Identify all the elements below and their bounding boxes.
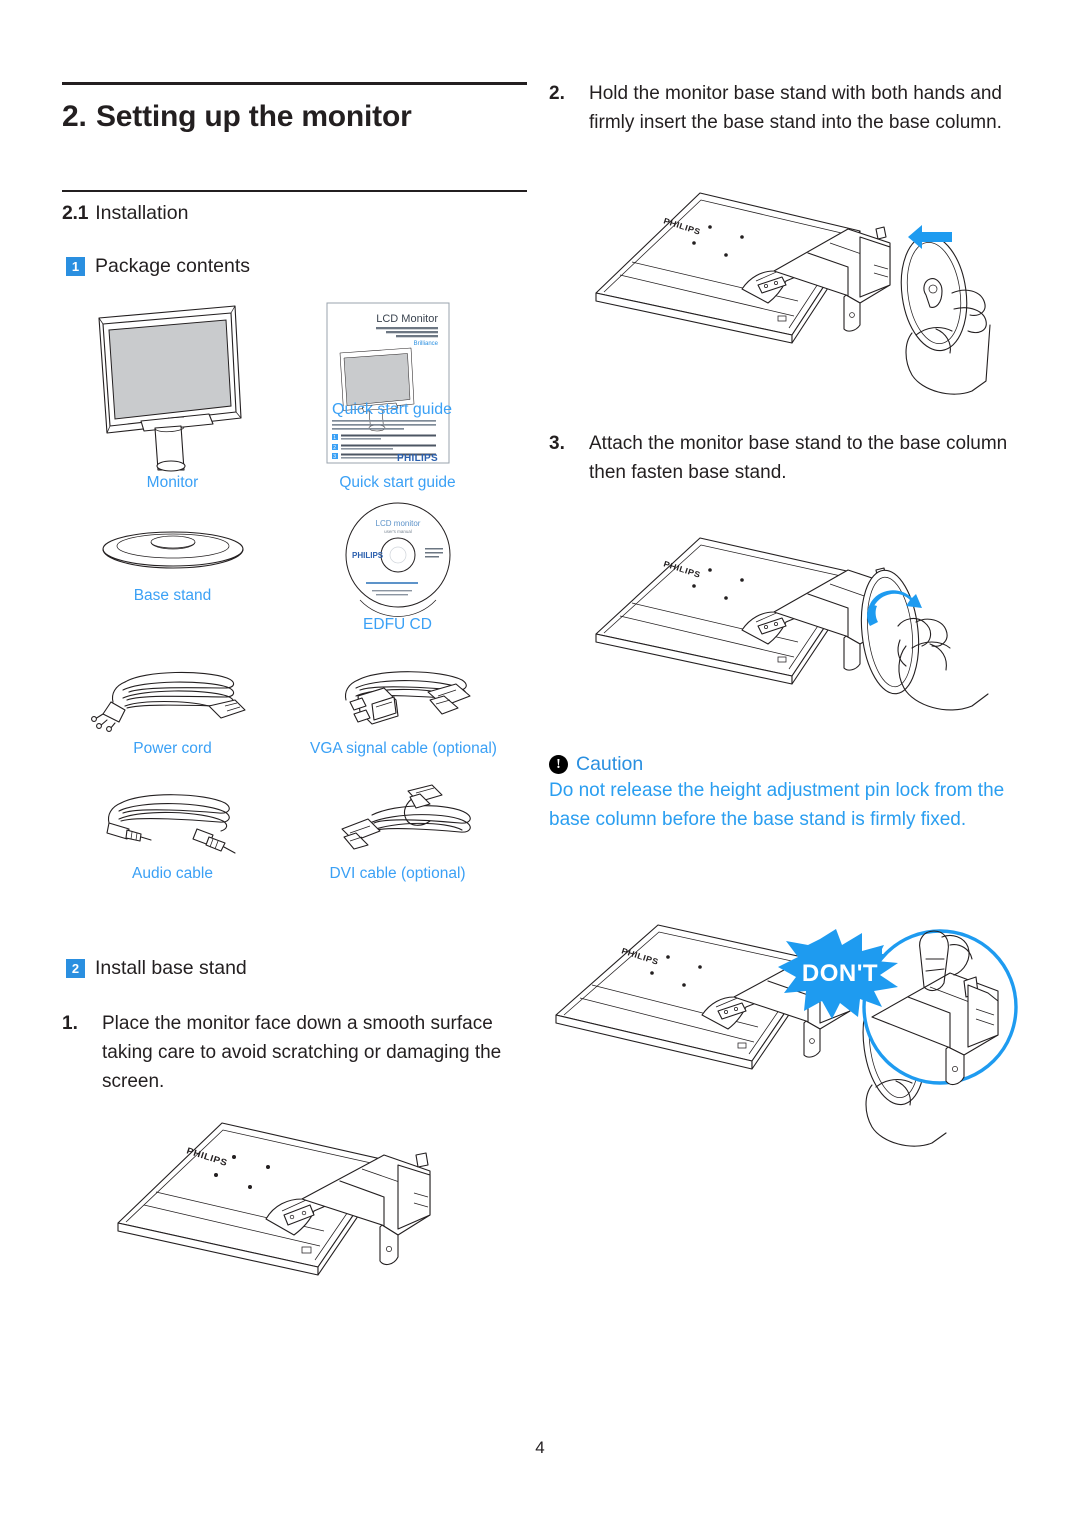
chapter-top-rule <box>62 82 527 85</box>
chapter-number: 2. <box>62 100 87 133</box>
svg-text:2: 2 <box>333 445 336 451</box>
page-title: 2. Setting up the monitor <box>62 100 532 134</box>
caution-text: Do not release the height adjustment pin… <box>549 780 1005 830</box>
step-1-text: Place the monitor face down a smooth sur… <box>102 1013 502 1092</box>
caution-heading: ! Caution <box>549 753 1019 776</box>
section-top-rule <box>62 190 527 192</box>
package-item-edfu-cd: LCD monitor user's manual PHILIPS EDFU C… <box>310 500 485 634</box>
diagram-fasten-base-stand: PHILIPS <box>560 528 1030 748</box>
section-heading: 2.1 Installation <box>62 202 188 225</box>
dvi-cable-illustration <box>341 784 471 850</box>
package-item-monitor: Monitor <box>85 300 260 492</box>
exclamation-icon: ! <box>549 755 568 774</box>
section-title-text: Installation <box>95 202 189 224</box>
booklet-brand-text: PHILIPS <box>397 453 438 464</box>
caution-title: Caution <box>576 753 644 775</box>
caption-monitor: Monitor <box>146 474 199 491</box>
step-2: 2. Hold the monitor base stand with both… <box>549 80 1019 138</box>
install-base-stand-label: Install base stand <box>95 957 247 979</box>
step-3-text: Attach the monitor base stand to the bas… <box>589 433 1008 483</box>
step-1: 1. Place the monitor face down a smooth … <box>62 1010 542 1097</box>
caption-vga-cable: VGA signal cable (optional) <box>310 740 497 757</box>
package-item-power-cord: Power cord <box>85 660 260 758</box>
section-number: 2.1 <box>62 202 89 224</box>
package-item-vga-cable: VGA signal cable (optional) <box>310 660 497 758</box>
install-base-stand-heading: 2 Install base stand <box>66 957 247 980</box>
package-item-quick-guide: LCD Monitor Brilliance Quick start guide <box>310 300 485 492</box>
cd-brand: PHILIPS <box>352 551 384 560</box>
vga-cable-illustration <box>344 671 471 725</box>
svg-text:Brilliance: Brilliance <box>414 341 439 347</box>
badge-number-1: 1 <box>66 257 85 276</box>
diagram-insert-base-stand: PHILIPS <box>560 185 1030 415</box>
base-stand-illustration <box>102 531 244 569</box>
booklet-title-text: Quick start guide <box>332 401 452 418</box>
step-2-number: 2. <box>549 83 565 104</box>
caption-quick-guide: Quick start guide <box>339 474 456 491</box>
power-cord-illustration <box>91 671 246 732</box>
chapter-title-text: Setting up the monitor <box>96 100 412 133</box>
badge-number-2: 2 <box>66 959 85 978</box>
caption-dvi-cable: DVI cable (optional) <box>329 865 466 882</box>
package-contents-label: Package contents <box>95 255 251 277</box>
package-item-base-stand: Base stand <box>85 515 260 605</box>
dont-badge-label: DON'T <box>802 960 878 987</box>
cd-line1: LCD monitor <box>376 519 421 528</box>
booklet-header-text: LCD Monitor <box>376 313 438 325</box>
page-number: 4 <box>535 1438 545 1457</box>
caption-base-stand: Base stand <box>133 587 212 604</box>
caption-audio-cable: Audio cable <box>131 865 213 882</box>
caption-edfu-cd: EDFU CD <box>363 616 432 633</box>
audio-cable-illustration <box>106 794 236 854</box>
caption-power-cord: Power cord <box>133 740 212 757</box>
diagram-monitor-face-down: PHILIPS <box>100 1105 470 1305</box>
package-item-audio-cable: Audio cable <box>85 785 260 883</box>
svg-text:3: 3 <box>333 454 336 460</box>
document-page: 2. Setting up the monitor 2.1 Installation… <box>0 0 1080 1527</box>
cd-disc-illustration: LCD monitor user's manual PHILIPS <box>345 502 451 617</box>
step-2-text: Hold the monitor base stand with both ha… <box>589 83 1002 133</box>
step-3: 3. Attach the monitor base stand to the … <box>549 430 1019 488</box>
caution-block: ! Caution Do not release the height adju… <box>549 753 1019 835</box>
monitor-illustration <box>98 305 242 472</box>
step-1-number: 1. <box>62 1013 78 1034</box>
package-contents-heading: 1 Package contents <box>66 255 250 278</box>
cd-line2: user's manual <box>384 529 412 534</box>
svg-text:1: 1 <box>333 435 336 441</box>
booklet-illustration: LCD Monitor Brilliance Quick start guide <box>326 302 452 464</box>
package-item-dvi-cable: DVI cable (optional) <box>310 784 485 883</box>
step-3-number: 3. <box>549 433 565 454</box>
diagram-dont-release-pin: PHILIPS DON'T <box>520 924 1040 1155</box>
